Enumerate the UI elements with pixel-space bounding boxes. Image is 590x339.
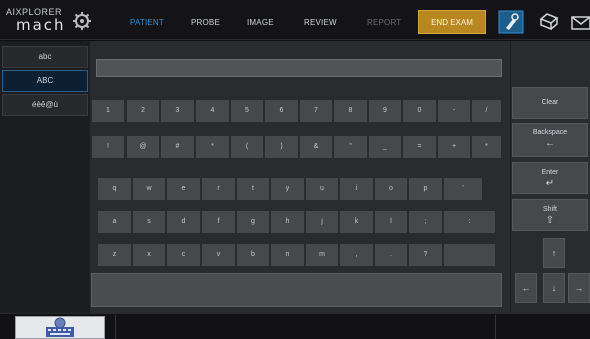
tab-review[interactable]: REVIEW <box>304 18 337 27</box>
mode-accents[interactable]: éèê@ù <box>2 94 88 116</box>
logo-line2: mach <box>16 16 66 34</box>
end-exam-button[interactable]: END EXAM <box>418 10 486 34</box>
key[interactable]: # <box>160 135 195 159</box>
key[interactable]: ; <box>408 210 443 234</box>
enter-return-icon: ↵ <box>545 178 555 189</box>
mail-icon[interactable] <box>570 10 590 34</box>
key[interactable]: s <box>132 210 166 234</box>
space-bar[interactable] <box>91 273 502 307</box>
key[interactable]: x <box>132 243 166 267</box>
key[interactable]: ! <box>91 135 125 159</box>
tab-patient[interactable]: PATIENT <box>130 18 164 27</box>
gear-icon <box>73 12 91 30</box>
key[interactable]: b <box>236 243 270 267</box>
key[interactable]: g <box>236 210 270 234</box>
keyboard-icon <box>46 317 74 337</box>
key[interactable]: k <box>339 210 374 234</box>
enter-button[interactable]: Enter ↵ <box>512 162 588 194</box>
key[interactable]: 1 <box>91 99 125 123</box>
key[interactable]: d <box>166 210 201 234</box>
enter-label: Enter <box>541 169 559 176</box>
key[interactable]: _ <box>368 135 402 159</box>
key[interactable]: 4 <box>195 99 230 123</box>
keyboard-mode-column: abc ABC éèê@ù <box>0 41 90 313</box>
key[interactable]: w <box>132 177 166 201</box>
divider <box>495 315 496 339</box>
arrow-left-button[interactable]: ← <box>515 273 537 303</box>
key[interactable]: / <box>471 99 502 123</box>
mode-lowercase[interactable]: abc <box>2 46 88 68</box>
key[interactable]: ? <box>408 243 443 267</box>
key[interactable]: u <box>305 177 339 201</box>
key[interactable]: ) <box>264 135 299 159</box>
key[interactable]: 2 <box>126 99 160 123</box>
key[interactable]: * <box>471 135 502 159</box>
key[interactable]: 6 <box>264 99 299 123</box>
shift-label: Shift <box>542 206 557 213</box>
divider <box>115 315 116 339</box>
key[interactable]: * <box>195 135 230 159</box>
key[interactable]: f <box>201 210 236 234</box>
key[interactable]: j <box>305 210 339 234</box>
key[interactable]: . <box>374 243 408 267</box>
key[interactable]: q <box>97 177 132 201</box>
key[interactable]: n <box>270 243 305 267</box>
arrow-down-button[interactable]: ↓ <box>543 273 565 303</box>
key[interactable]: , <box>339 243 374 267</box>
tab-probe[interactable]: PROBE <box>191 18 220 27</box>
key[interactable]: z <box>97 243 132 267</box>
probe-settings-icon[interactable] <box>498 10 524 34</box>
top-bar: AIXPLORER mach PATIENT PROBE IMAGE REVIE… <box>0 0 590 40</box>
key[interactable]: p <box>408 177 443 201</box>
aixplorer-logo: AIXPLORER mach <box>6 7 91 35</box>
shift-arrow-icon: ⇧ <box>545 215 555 226</box>
key[interactable]: h <box>270 210 305 234</box>
mode-uppercase[interactable]: ABC <box>2 70 88 92</box>
tab-report[interactable]: REPORT <box>367 18 401 27</box>
key[interactable]: t <box>236 177 270 201</box>
shift-button[interactable]: Shift ⇧ <box>512 199 588 231</box>
key[interactable]: v <box>201 243 236 267</box>
key[interactable]: : <box>443 210 496 234</box>
key[interactable]: @ <box>126 135 160 159</box>
key[interactable]: ( <box>230 135 264 159</box>
text-input-field[interactable] <box>96 59 502 77</box>
key[interactable]: 5 <box>230 99 264 123</box>
key[interactable]: 7 <box>299 99 333 123</box>
arrow-up-button[interactable]: ↑ <box>543 238 565 268</box>
backspace-button[interactable]: Backspace ← <box>512 123 588 157</box>
key[interactable]: y <box>270 177 305 201</box>
key[interactable]: a <box>97 210 132 234</box>
backspace-arrow-icon: ← <box>545 138 555 149</box>
tab-image[interactable]: IMAGE <box>247 18 274 27</box>
clear-button[interactable]: Clear <box>512 87 588 119</box>
key[interactable]: & <box>299 135 333 159</box>
key[interactable]: = <box>402 135 437 159</box>
key[interactable]: 0 <box>402 99 437 123</box>
key[interactable]: r <box>201 177 236 201</box>
key[interactable]: 3 <box>160 99 195 123</box>
arrow-right-button[interactable]: → <box>568 273 590 303</box>
key[interactable]: m <box>305 243 339 267</box>
key[interactable]: " <box>333 135 368 159</box>
backspace-label: Backspace <box>532 129 568 136</box>
keyboard-toggle-icon[interactable] <box>15 316 105 339</box>
key[interactable]: 9 <box>368 99 402 123</box>
key[interactable]: o <box>374 177 408 201</box>
key[interactable]: c <box>166 243 201 267</box>
key[interactable]: 8 <box>333 99 368 123</box>
key[interactable]: e <box>166 177 201 201</box>
key[interactable]: i <box>339 177 374 201</box>
key[interactable]: + <box>437 135 471 159</box>
key[interactable]: ' <box>443 177 483 201</box>
printer-icon[interactable] <box>535 10 561 34</box>
key[interactable]: l <box>374 210 408 234</box>
key-blank[interactable] <box>443 243 496 267</box>
key[interactable]: - <box>437 99 471 123</box>
